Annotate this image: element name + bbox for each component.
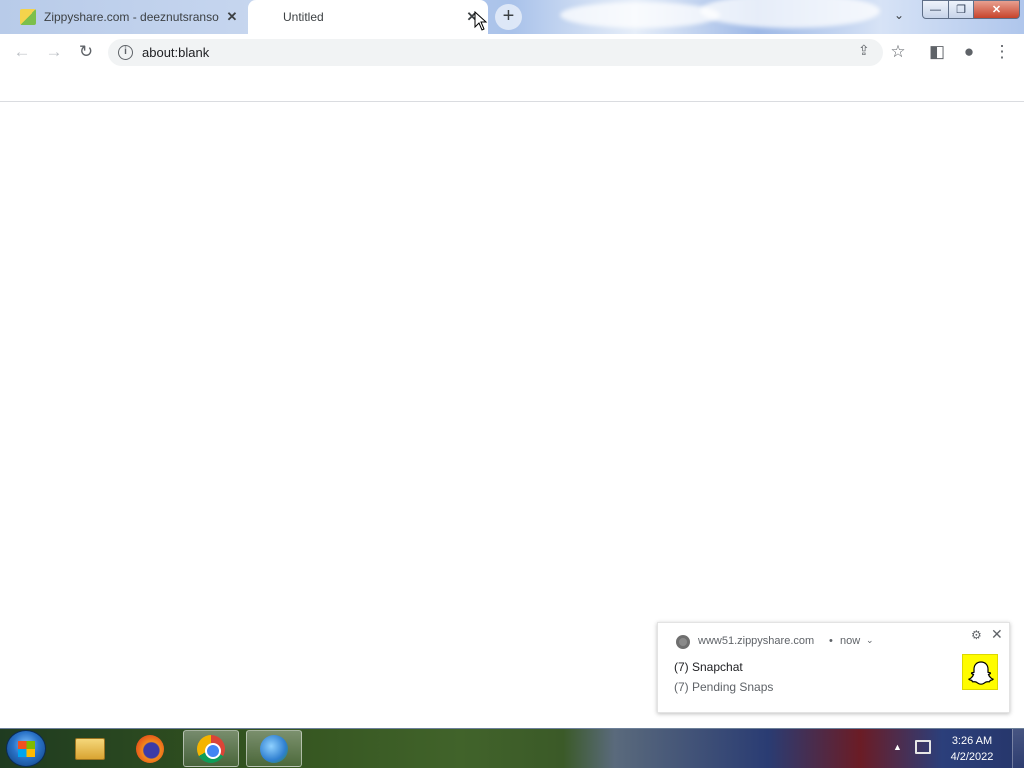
clock-date: 4/2/2022	[950, 751, 994, 763]
browser-menu-icon[interactable]: ⋮	[990, 40, 1014, 64]
tab-close-icon[interactable]: ✕	[224, 9, 240, 25]
tab-title: Zippyshare.com - deeznutsranso	[44, 10, 219, 24]
folder-icon	[75, 737, 105, 760]
wallpaper-cloud	[560, 2, 720, 28]
gear-icon[interactable]: ⚙	[971, 628, 982, 642]
address-bar-url[interactable]: about:blank	[142, 45, 209, 60]
close-window-button[interactable]: ✕	[973, 0, 1020, 19]
notification-separator: •	[829, 635, 833, 647]
notification-time: now	[840, 635, 861, 647]
taskbar-firefox[interactable]	[122, 730, 178, 767]
tab-search-chevron-icon[interactable]: ⌄	[887, 8, 911, 26]
close-icon[interactable]: ✕	[991, 626, 1003, 643]
chevron-down-icon[interactable]: ⌄	[866, 635, 874, 646]
site-info-icon[interactable]: i	[118, 45, 133, 60]
idm-globe-icon	[260, 734, 288, 763]
forward-button[interactable]: →	[42, 40, 66, 64]
show-desktop-button[interactable]	[1012, 729, 1024, 768]
reload-button[interactable]: ↻	[74, 40, 98, 64]
chrome-icon	[197, 734, 225, 763]
address-bar[interactable]: i about:blank ⇪	[108, 39, 883, 66]
system-clock[interactable]: 3:26 AM 4/2/2022	[940, 733, 1004, 765]
taskbar-chrome[interactable]	[183, 730, 239, 767]
mouse-cursor-icon	[474, 11, 488, 31]
notification-title: (7) Snapchat	[674, 660, 743, 674]
tab-title: Untitled	[283, 10, 324, 24]
notification-body: (7) Pending Snaps	[674, 680, 774, 694]
snapchat-ghost-icon	[962, 654, 998, 690]
show-hidden-icons-icon[interactable]: ▲	[893, 742, 902, 752]
tab-untitled[interactable]: Untitled ✕	[248, 0, 488, 34]
browser-tab-strip: Zippyshare.com - deeznutsranso ✕ Untitle…	[0, 0, 1024, 34]
firefox-icon	[136, 734, 164, 763]
snapchat-ghost-icon-graphic	[968, 661, 994, 685]
start-button[interactable]	[6, 730, 46, 767]
share-icon[interactable]: ⇪	[858, 42, 870, 59]
wallpaper-cloud	[700, 0, 880, 28]
browser-toolbar: ← → ↻ i about:blank ⇪ ☆ ◧ ● ⋮	[0, 34, 1024, 70]
back-button[interactable]: ←	[10, 40, 34, 64]
minimize-button[interactable]: —	[922, 0, 949, 19]
side-panel-icon[interactable]: ◧	[925, 40, 949, 64]
taskbar-windows-explorer[interactable]	[62, 730, 118, 767]
taskbar-internet-download-manager[interactable]	[246, 730, 302, 767]
network-icon[interactable]	[915, 740, 931, 754]
tab-zippyshare[interactable]: Zippyshare.com - deeznutsranso ✕	[8, 0, 248, 34]
web-notification[interactable]: www51.zippyshare.com • now ⌄ ⚙ ✕ (7) Sna…	[657, 622, 1010, 713]
zippyshare-favicon-icon	[20, 9, 36, 25]
windows-taskbar: ▲ 3:26 AM 4/2/2022	[0, 728, 1024, 768]
windows-logo-icon	[18, 741, 35, 757]
chrome-icon	[676, 635, 690, 649]
maximize-button[interactable]: ❐	[948, 0, 974, 19]
bookmarks-bar	[0, 70, 1024, 102]
clock-time: 3:26 AM	[951, 735, 993, 747]
bookmark-star-icon[interactable]: ☆	[886, 40, 910, 64]
profile-avatar-icon[interactable]: ●	[957, 40, 981, 64]
notification-origin: www51.zippyshare.com	[698, 635, 815, 647]
new-tab-button[interactable]: +	[495, 4, 522, 30]
